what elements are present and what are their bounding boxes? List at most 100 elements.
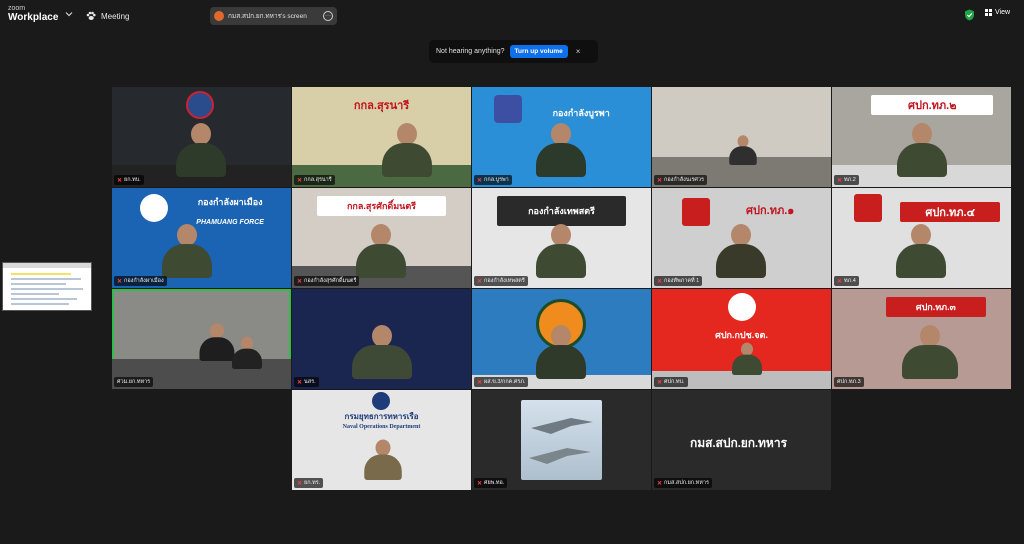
close-icon[interactable]: ×: [576, 47, 581, 56]
participant-video: [716, 224, 766, 278]
participant-name-tag: ศปก.ทภ.3: [834, 377, 864, 387]
participant-video: [364, 439, 402, 480]
tile-banner: กองกำลังบูรพา: [552, 108, 610, 118]
video-tile[interactable]: ✕ ยก.ทบ.: [112, 87, 291, 187]
video-tile[interactable]: กกล.สุรศักดิ์มนตรี ✕ กองกำลังสุรศักดิ์มนต…: [292, 188, 471, 288]
participant-video: [352, 325, 412, 379]
view-label: View: [995, 9, 1011, 16]
participant-video: [536, 325, 586, 379]
emblem-icon: [854, 194, 882, 222]
emblem-icon: [682, 198, 710, 226]
tile-sub-banner: Naval Operations Department: [342, 424, 421, 430]
video-tile[interactable]: ศปก.ทภ.๑ ✕ กองทัพภาคที่ 1: [652, 188, 831, 288]
tile-banner: ศปก.ทภ.๓: [885, 297, 986, 317]
video-tile[interactable]: ศปก.ทภ.๓ ศปก.ทภ.3: [832, 289, 1011, 389]
participant-name-tag: ✕ ทภ.4: [834, 276, 859, 286]
tile-banner: กองกำลังผาเมือง: [197, 197, 263, 207]
participant-name-tag: ✕ กกล.บูรพา: [474, 175, 512, 185]
tile-banner: ศปก.ทภ.๒: [871, 95, 994, 115]
tile-banner: กรมยุทธการทหารเรือ: [344, 411, 419, 421]
participant-video: [729, 135, 757, 165]
participant-video: [536, 123, 586, 177]
video-tile[interactable]: กกล.สุรนารี ✕ กกล.สุรนารี: [292, 87, 471, 187]
more-icon[interactable]: ···: [323, 11, 333, 21]
tile-banner: ศปก.ทภ.๔: [900, 202, 1001, 222]
participant-video: [902, 325, 958, 379]
avatar-icon: [214, 11, 224, 21]
tile-banner: กกล.สุรศักดิ์มนตรี: [317, 196, 446, 216]
shield-check-icon[interactable]: [964, 9, 975, 21]
share-label: กมส.สปก.ยก.ทหาร's screen: [228, 13, 307, 20]
screen-share-name-label: กมส.สปก.ยก.ทหาร: [690, 436, 788, 450]
turn-up-volume-button[interactable]: Turn up volume: [509, 45, 568, 58]
video-tile[interactable]: กรมยุทธการทหารเรือ Naval Operations Depa…: [292, 390, 471, 490]
thumbnail-line: [11, 278, 81, 280]
video-tile[interactable]: ศปก.กปช.จต. ✕ ศปก.ทบ.: [652, 289, 831, 389]
mic-muted-icon: ✕: [837, 177, 843, 184]
meeting-menu[interactable]: Meeting: [86, 9, 129, 23]
mic-muted-icon: ✕: [657, 177, 663, 184]
participant-name-tag: ✕ กมส.สปก.ยก.ทหาร: [654, 478, 712, 488]
mic-muted-icon: ✕: [297, 177, 303, 184]
tile-banner: กกล.สุรนารี: [353, 100, 410, 112]
chevron-down-icon[interactable]: [64, 9, 74, 19]
video-tile[interactable]: กองกำลังบูรพา ✕ กกล.บูรพา: [472, 87, 651, 187]
thumbnail-toolbar: [3, 263, 91, 268]
audio-notice-text: Not hearing anything?: [436, 48, 505, 55]
brand-name-text: Workplace: [8, 12, 59, 23]
profile-photo: [521, 400, 602, 480]
video-tile[interactable]: ✕ ผส.ข.3/กกค.ศรภ.: [472, 289, 651, 389]
jet-icon: [529, 418, 593, 464]
tile-banner: กองกำลังเทพสตรี: [497, 196, 626, 226]
mic-muted-icon: ✕: [477, 379, 483, 386]
participant-video: [162, 224, 212, 278]
emblem-icon: [186, 91, 214, 119]
participant-video: [897, 123, 947, 177]
brand-small-text: zoom: [8, 5, 26, 12]
mic-muted-icon: ✕: [297, 480, 303, 487]
participant-name-tag: ✕ ผส.ข.3/กกค.ศรภ.: [474, 377, 529, 387]
video-tile[interactable]: ✕ นสร.: [292, 289, 471, 389]
mic-muted-icon: ✕: [657, 278, 663, 285]
emblem-icon: [494, 95, 522, 123]
thumbnail-line: [11, 303, 69, 305]
meeting-label: Meeting: [101, 11, 130, 21]
participant-name-tag: ✕ ทภ.2: [834, 175, 859, 185]
mic-muted-icon: ✕: [477, 177, 483, 184]
participant-video: [199, 323, 235, 361]
video-tile[interactable]: กองกำลังเทพสตรี ✕ กองกำลังเทพสตรี: [472, 188, 651, 288]
participant-name-tag: ✕ ยก.ทบ.: [114, 175, 144, 185]
emblem-icon: [140, 194, 168, 222]
video-tile[interactable]: ศปก.ทภ.๒ ✕ ทภ.2: [832, 87, 1011, 187]
grid-icon: [985, 9, 992, 16]
zoom-workplace-logo[interactable]: zoom Workplace: [8, 5, 58, 23]
participant-video: [176, 123, 226, 177]
emblem-icon: [728, 293, 756, 321]
screen-share-indicator[interactable]: กมส.สปก.ยก.ทหาร's screen ···: [210, 7, 337, 25]
mic-muted-icon: ✕: [477, 278, 483, 285]
view-button[interactable]: View: [985, 9, 1010, 16]
participant-name-tag: ✕ ศปก.ทบ.: [654, 377, 688, 387]
thumbnail-highlight: [11, 273, 71, 275]
participant-video: [536, 224, 586, 278]
mic-muted-icon: ✕: [477, 480, 483, 487]
participant-name-tag: ✕ ยก.ทร.: [294, 478, 324, 488]
mic-muted-icon: ✕: [297, 278, 303, 285]
video-tile[interactable]: ✕ กองกำลังนเรศวร: [652, 87, 831, 187]
participant-name-tag: ✕ กองทัพภาคที่ 1: [654, 276, 703, 286]
screen-share-thumbnail[interactable]: [2, 262, 92, 311]
video-tile[interactable]: กองกำลังผาเมือง PHAMUANG FORCE ✕ กองกำลัง…: [112, 188, 291, 288]
audio-notice: Not hearing anything? Turn up volume ×: [429, 40, 598, 63]
mic-muted-icon: ✕: [837, 278, 843, 285]
video-tile[interactable]: ศปก.ทภ.๔ ✕ ทภ.4: [832, 188, 1011, 288]
participant-name-tag: ศวม.ยก.ทหาร: [114, 377, 154, 387]
mic-muted-icon: ✕: [117, 177, 123, 184]
emblem-icon: [372, 392, 390, 410]
participant-name-tag: ✕ กองกำลังเทพสตรี: [474, 276, 528, 286]
thumbnail-line: [11, 283, 66, 285]
video-tile-active-speaker[interactable]: ศวม.ยก.ทหาร: [112, 289, 291, 389]
mic-muted-icon: ✕: [297, 379, 303, 386]
participant-name-tag: ✕ นสร.: [294, 377, 319, 387]
participant-video: [896, 224, 946, 278]
thumbnail-line: [11, 298, 77, 300]
